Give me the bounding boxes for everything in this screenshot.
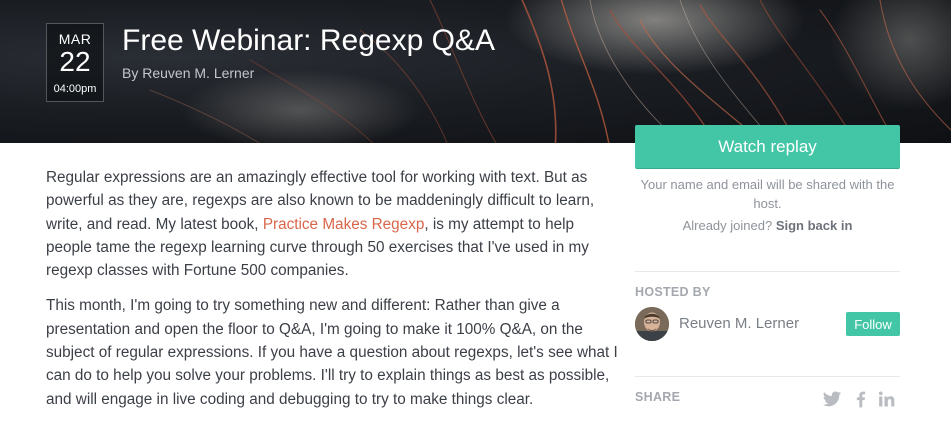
sign-back-in-link[interactable]: Sign back in (776, 218, 853, 233)
description-paragraph-2: This month, I'm going to try something n… (46, 297, 618, 408)
event-date-badge: MAR 22 04:00pm (46, 23, 104, 102)
linkedin-icon[interactable] (877, 389, 897, 409)
divider (635, 271, 900, 272)
event-title: Free Webinar: Regexp Q&A (122, 24, 495, 57)
already-joined-line: Already joined? Sign back in (635, 218, 900, 233)
event-date-day: 22 (59, 46, 91, 77)
avatar-photo (635, 307, 669, 341)
event-byline: By Reuven M. Lerner (122, 65, 255, 81)
facebook-icon[interactable] (851, 389, 871, 409)
privacy-note: Your name and email will be shared with … (640, 177, 895, 211)
event-time: 04:00pm (53, 83, 97, 95)
watch-replay-button[interactable]: Watch replay (635, 125, 900, 168)
hosted-by-label: HOSTED BY (635, 285, 711, 299)
divider (635, 376, 900, 377)
book-link[interactable]: Practice Makes Regexp (263, 216, 425, 233)
share-label: SHARE (635, 390, 681, 404)
host-name[interactable]: Reuven M. Lerner (679, 315, 799, 332)
event-hero-banner: MAR 22 04:00pm Free Webinar: Regexp Q&A … (0, 0, 951, 143)
event-description: Regular expressions are an amazingly eff… (46, 166, 618, 423)
event-date-month: MAR (58, 31, 92, 47)
follow-host-button[interactable]: Follow (846, 312, 900, 336)
description-paragraph-1: Regular expressions are an amazingly eff… (46, 169, 595, 280)
host-avatar[interactable] (635, 307, 669, 341)
already-joined-text: Already joined? (682, 218, 773, 233)
twitter-icon[interactable] (822, 389, 842, 409)
